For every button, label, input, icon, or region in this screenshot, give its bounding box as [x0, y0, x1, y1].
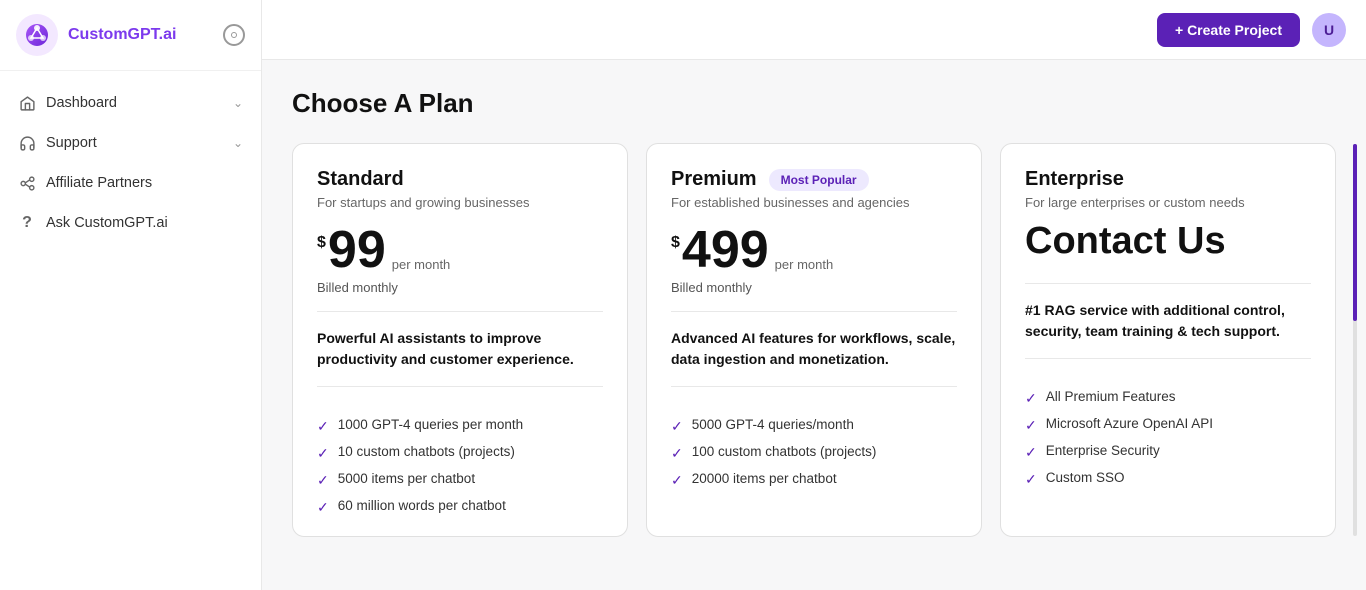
list-item: ✓ 5000 GPT-4 queries/month	[671, 417, 957, 435]
feature-label: 20000 items per chatbot	[692, 471, 837, 486]
feature-label: All Premium Features	[1046, 389, 1176, 404]
plan-divider	[1025, 358, 1311, 359]
home-icon	[18, 94, 36, 112]
check-icon: ✓	[1025, 390, 1037, 407]
chevron-down-icon: ⌄	[233, 96, 243, 110]
list-item: ✓ 1000 GPT-4 queries per month	[317, 417, 603, 435]
list-item: ✓ 20000 items per chatbot	[671, 471, 957, 489]
list-item: ✓ Enterprise Security	[1025, 443, 1311, 461]
list-item: ✓ All Premium Features	[1025, 389, 1311, 407]
topbar: + Create Project U	[262, 0, 1366, 60]
check-icon: ✓	[317, 445, 329, 462]
check-icon: ✓	[1025, 471, 1037, 488]
plan-card-enterprise: Enterprise For large enterprises or cust…	[1000, 143, 1336, 537]
check-icon: ✓	[317, 499, 329, 516]
plans-grid: Standard For startups and growing busine…	[292, 143, 1336, 537]
plan-divider	[1025, 283, 1311, 284]
price-amount-premium: 499	[682, 224, 769, 276]
check-icon: ✓	[671, 418, 683, 435]
plan-name-standard: Standard	[317, 168, 404, 191]
feature-label: 5000 items per chatbot	[338, 471, 475, 486]
sidebar-item-ask[interactable]: ? Ask CustomGPT.ai	[0, 203, 261, 243]
sidebar-item-support[interactable]: Support ⌄	[0, 123, 261, 163]
check-icon: ✓	[317, 472, 329, 489]
list-item: ✓ 100 custom chatbots (projects)	[671, 444, 957, 462]
feature-label: 5000 GPT-4 queries/month	[692, 417, 854, 432]
plan-subtitle-enterprise: For large enterprises or custom needs	[1025, 195, 1311, 210]
plan-subtitle-premium: For established businesses and agencies	[671, 195, 957, 210]
feature-label: 1000 GPT-4 queries per month	[338, 417, 523, 432]
plan-divider	[317, 386, 603, 387]
content-area: Choose A Plan Standard For startups and …	[262, 60, 1366, 590]
list-item: ✓ 5000 items per chatbot	[317, 471, 603, 489]
page-title: Choose A Plan	[292, 88, 1336, 119]
plan-divider	[671, 311, 957, 312]
price-amount-standard: 99	[328, 224, 386, 276]
feature-label: 60 million words per chatbot	[338, 498, 506, 513]
check-icon: ✓	[317, 418, 329, 435]
features-list-standard: ✓ 1000 GPT-4 queries per month ✓ 10 custom…	[317, 417, 603, 516]
price-period-standard: per month	[392, 257, 451, 272]
sidebar-item-dashboard-label: Dashboard	[46, 95, 117, 111]
plan-divider	[671, 386, 957, 387]
sidebar-item-affiliate-label: Affiliate Partners	[46, 175, 152, 191]
scrollbar	[1353, 144, 1357, 536]
status-circle-icon[interactable]	[223, 24, 245, 46]
feature-label: 10 custom chatbots (projects)	[338, 444, 515, 459]
create-project-button[interactable]: + Create Project	[1157, 13, 1300, 47]
plan-description-premium: Advanced AI features for workflows, scal…	[671, 328, 957, 370]
sidebar-item-dashboard[interactable]: Dashboard ⌄	[0, 83, 261, 123]
contact-us-label[interactable]: Contact Us	[1025, 220, 1311, 263]
check-icon: ✓	[671, 445, 683, 462]
price-billed-standard: Billed monthly	[317, 280, 603, 295]
list-item: ✓ 10 custom chatbots (projects)	[317, 444, 603, 462]
sidebar-item-ask-label: Ask CustomGPT.ai	[46, 215, 168, 231]
question-icon: ?	[18, 214, 36, 232]
check-icon: ✓	[671, 472, 683, 489]
features-list-premium: ✓ 5000 GPT-4 queries/month ✓ 100 custom ch…	[671, 417, 957, 489]
logo-icon	[16, 14, 58, 56]
list-item: ✓ 60 million words per chatbot	[317, 498, 603, 516]
plan-name-enterprise: Enterprise	[1025, 168, 1311, 191]
price-dollar-premium: $	[671, 234, 680, 252]
sidebar-nav: Dashboard ⌄ Support ⌄ Affiliate Partners…	[0, 71, 261, 255]
plan-divider	[317, 311, 603, 312]
feature-label: 100 custom chatbots (projects)	[692, 444, 877, 459]
sidebar: CustomGPT.ai Dashboard ⌄ Support ⌄ Af	[0, 0, 262, 590]
plan-description-standard: Powerful AI assistants to improve produc…	[317, 328, 603, 370]
most-popular-badge: Most Popular	[769, 169, 869, 191]
list-item: ✓ Microsoft Azure OpenAI API	[1025, 416, 1311, 434]
sidebar-item-support-label: Support	[46, 135, 97, 151]
plan-description-enterprise: #1 RAG service with additional control, …	[1025, 300, 1311, 342]
plan-name-premium: Premium	[671, 168, 757, 191]
plan-card-standard: Standard For startups and growing busine…	[292, 143, 628, 537]
user-avatar[interactable]: U	[1312, 13, 1346, 47]
plan-card-premium: Premium Most Popular For established bus…	[646, 143, 982, 537]
logo-text: CustomGPT.ai	[68, 26, 176, 44]
affiliate-icon	[18, 174, 36, 192]
feature-label: Enterprise Security	[1046, 443, 1160, 458]
feature-label: Custom SSO	[1046, 470, 1125, 485]
price-billed-premium: Billed monthly	[671, 280, 957, 295]
check-icon: ✓	[1025, 444, 1037, 461]
features-list-enterprise: ✓ All Premium Features ✓ Microsoft Azure O…	[1025, 389, 1311, 488]
main-content: + Create Project U Choose A Plan Standar…	[262, 0, 1366, 590]
list-item: ✓ Custom SSO	[1025, 470, 1311, 488]
plan-price-premium: $ 499 per month	[671, 224, 957, 276]
sidebar-logo: CustomGPT.ai	[0, 0, 261, 71]
price-period-premium: per month	[775, 257, 834, 272]
chevron-down-icon: ⌄	[233, 136, 243, 150]
sidebar-item-affiliate[interactable]: Affiliate Partners	[0, 163, 261, 203]
plan-subtitle-standard: For startups and growing businesses	[317, 195, 603, 210]
scroll-thumb	[1353, 144, 1357, 320]
headset-icon	[18, 134, 36, 152]
check-icon: ✓	[1025, 417, 1037, 434]
feature-label: Microsoft Azure OpenAI API	[1046, 416, 1213, 431]
price-dollar-standard: $	[317, 234, 326, 252]
plan-price-standard: $ 99 per month	[317, 224, 603, 276]
